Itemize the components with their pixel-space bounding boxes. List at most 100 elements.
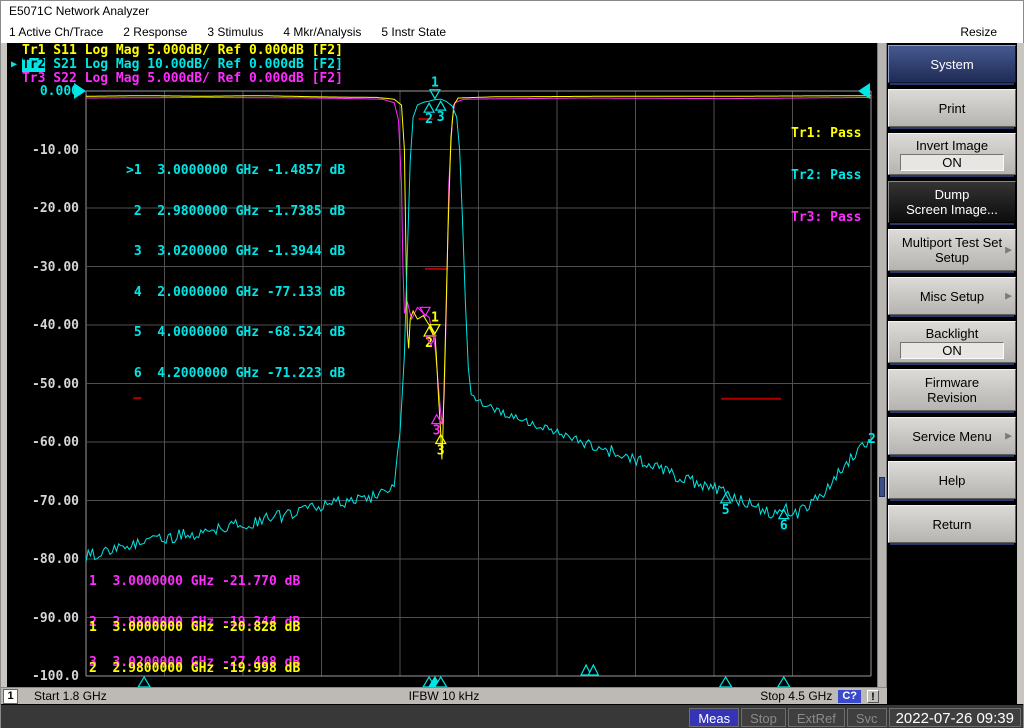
y-axis-label: -30.00 bbox=[9, 260, 79, 275]
softkey-help[interactable]: Help bbox=[888, 461, 1016, 499]
softkey-label: Screen Image... bbox=[906, 202, 998, 217]
resize-control[interactable]: Resize bbox=[960, 25, 997, 39]
y-axis-label: -20.00 bbox=[9, 201, 79, 216]
menu-item-response[interactable]: 2 Response bbox=[123, 25, 187, 39]
softkey-return[interactable]: Return bbox=[888, 505, 1016, 543]
menu-item-active-ch-trace[interactable]: 1 Active Ch/Trace bbox=[9, 25, 103, 39]
warning-indicator: ! bbox=[867, 690, 879, 703]
y-axis-label: -10.00 bbox=[9, 143, 79, 158]
trace3-pass-status: Tr3: Pass bbox=[791, 211, 861, 225]
softkey-value: ON bbox=[900, 154, 1004, 171]
app-window: E5071C Network Analyzer 1 Active Ch/Trac… bbox=[0, 0, 1024, 728]
submenu-arrow-icon: ▶ bbox=[1005, 289, 1012, 304]
trace1-pass-status: Tr1: Pass bbox=[791, 127, 861, 141]
window-frame-right bbox=[1017, 43, 1024, 704]
stimulus-status-strip: 1 Start 1.8 GHz IFBW 10 kHz Stop 4.5 GHz… bbox=[1, 687, 887, 704]
softkey-value: ON bbox=[900, 342, 1004, 359]
marker-label: 2 bbox=[425, 112, 433, 127]
submenu-arrow-icon: ▶ bbox=[1005, 243, 1012, 258]
marker-label: 1 bbox=[431, 311, 439, 326]
softkey-system[interactable]: System bbox=[888, 45, 1016, 83]
menu-item-stimulus[interactable]: 3 Stimulus bbox=[207, 25, 263, 39]
trace-number-label: 2 bbox=[868, 432, 876, 447]
softkey-menu: SystemPrintInvert ImageONDumpScreen Imag… bbox=[887, 43, 1017, 704]
marker-triangle[interactable] bbox=[436, 101, 446, 110]
softkey-label: Misc Setup bbox=[920, 289, 984, 304]
axis-marker-triangle[interactable] bbox=[720, 677, 732, 687]
marker-table-trace1: 1 3.0000000 GHz -20.828 dB 2 2.9800000 G… bbox=[89, 594, 300, 687]
instrument-screen-area: 1235612332 Tr1 S11 Log Mag 5.000dB/ Ref … bbox=[1, 43, 1023, 704]
y-axis-label: -90.00 bbox=[9, 611, 79, 626]
softkey-label: Setup bbox=[935, 250, 969, 265]
marker-label: 3 bbox=[437, 444, 445, 459]
calibration-badge: C? bbox=[838, 690, 861, 703]
softkey-print[interactable]: Print bbox=[888, 89, 1016, 127]
softkey-invert-image[interactable]: Invert ImageON bbox=[888, 133, 1016, 175]
softkey-label: Invert Image bbox=[916, 138, 988, 153]
softkey-scrollbar[interactable] bbox=[877, 43, 887, 687]
softkey-label: Return bbox=[932, 517, 971, 532]
softkey-label: Multiport Test Set bbox=[902, 235, 1002, 250]
softkey-label: Help bbox=[939, 473, 966, 488]
limit-test-result-box: Tr1: Pass Tr2: Pass Tr3: Pass bbox=[791, 99, 861, 253]
scrollbar-thumb[interactable] bbox=[879, 477, 885, 497]
status-extref-indicator: ExtRef bbox=[788, 708, 845, 727]
trace2-pass-status: Tr2: Pass bbox=[791, 169, 861, 183]
softkey-label: Revision bbox=[927, 390, 977, 405]
y-axis-label: -70.00 bbox=[9, 494, 79, 509]
titlebar: E5071C Network Analyzer bbox=[1, 1, 1023, 21]
axis-marker-triangle[interactable] bbox=[588, 665, 598, 675]
y-axis-label: -40.00 bbox=[9, 318, 79, 333]
menu-item-instr-state[interactable]: 5 Instr State bbox=[381, 25, 446, 39]
ifbw-label: IFBW 10 kHz bbox=[409, 689, 480, 703]
start-frequency-label: Start 1.8 GHz bbox=[34, 689, 107, 703]
softkey-firmware-revision[interactable]: FirmwareRevision bbox=[888, 369, 1016, 411]
marker-label: 5 bbox=[722, 503, 730, 518]
y-axis-label: -80.00 bbox=[9, 552, 79, 567]
window-title: E5071C Network Analyzer bbox=[9, 4, 149, 18]
menubar: 1 Active Ch/Trace 2 Response 3 Stimulus … bbox=[1, 21, 1023, 43]
status-svc-indicator: Svc bbox=[847, 708, 887, 727]
marker-triangle[interactable] bbox=[424, 103, 434, 112]
marker-row: 2 2.9800000 GHz -19.998 dB bbox=[89, 662, 300, 676]
menu-item-mkr-analysis[interactable]: 4 Mkr/Analysis bbox=[283, 25, 361, 39]
measurement-screen: 1235612332 Tr1 S11 Log Mag 5.000dB/ Ref … bbox=[7, 43, 877, 687]
axis-marker-triangle[interactable] bbox=[778, 677, 790, 687]
softkey-service-menu[interactable]: Service Menu ▶ bbox=[888, 417, 1016, 455]
status-stop-indicator: Stop bbox=[741, 708, 786, 727]
marker-row: 5 4.0000000 GHz -68.524 dB bbox=[126, 326, 345, 340]
softkey-backlight[interactable]: BacklightON bbox=[888, 321, 1016, 363]
marker-label: 3 bbox=[433, 424, 441, 439]
trace1-status[interactable]: Tr1 S11 Log Mag 5.000dB/ Ref 0.000dB [F2… bbox=[11, 44, 343, 58]
marker-label: 1 bbox=[431, 76, 439, 91]
y-axis-label: -100.0 bbox=[9, 669, 79, 684]
softkey-misc-setup[interactable]: Misc Setup ▶ bbox=[888, 277, 1016, 315]
marker-row: 2 2.9800000 GHz -1.7385 dB bbox=[126, 205, 345, 219]
instrument-status-bar: Meas Stop ExtRef Svc 2022-07-26 09:39 bbox=[1, 704, 1023, 728]
trace-status-header: Tr1 S11 Log Mag 5.000dB/ Ref 0.000dB [F2… bbox=[11, 44, 343, 86]
softkey-label: Backlight bbox=[926, 326, 979, 341]
marker-row: 1 3.0000000 GHz -21.770 dB bbox=[89, 575, 300, 589]
marker-label: 6 bbox=[780, 519, 788, 534]
marker-row: 3 3.0200000 GHz -1.3944 dB bbox=[126, 245, 345, 259]
active-trace-arrow-slot bbox=[11, 44, 22, 58]
softkey-dump-screen-image[interactable]: DumpScreen Image... bbox=[888, 181, 1016, 223]
status-meas-indicator: Meas bbox=[689, 708, 739, 727]
softkey-label: Firmware bbox=[925, 375, 979, 390]
marker-row: 6 4.2000000 GHz -71.223 dB bbox=[126, 367, 345, 381]
channel-indicator: 1 bbox=[3, 689, 18, 704]
reference-level-marker-right[interactable] bbox=[858, 83, 870, 99]
marker-row: 4 2.0000000 GHz -77.133 dB bbox=[126, 286, 345, 300]
softkey-label: System bbox=[930, 57, 973, 72]
marker-label: 3 bbox=[437, 110, 445, 125]
softkey-label: Service Menu bbox=[912, 429, 991, 444]
y-axis-label: -60.00 bbox=[9, 435, 79, 450]
y-axis-label: -50.00 bbox=[9, 377, 79, 392]
softkey-label: Dump bbox=[935, 187, 970, 202]
softkey-label: Print bbox=[939, 101, 966, 116]
marker-table-trace2: >1 3.0000000 GHz -1.4857 dB 2 2.9800000 … bbox=[126, 137, 345, 407]
trace2-status[interactable]: ▶Tr2 S21 Log Mag 10.00dB/ Ref 0.000dB [F… bbox=[11, 58, 343, 72]
stop-frequency-label: Stop 4.5 GHz bbox=[760, 689, 832, 703]
softkey-multiport-test-set-setup[interactable]: Multiport Test SetSetup ▶ bbox=[888, 229, 1016, 271]
submenu-arrow-icon: ▶ bbox=[1005, 429, 1012, 444]
